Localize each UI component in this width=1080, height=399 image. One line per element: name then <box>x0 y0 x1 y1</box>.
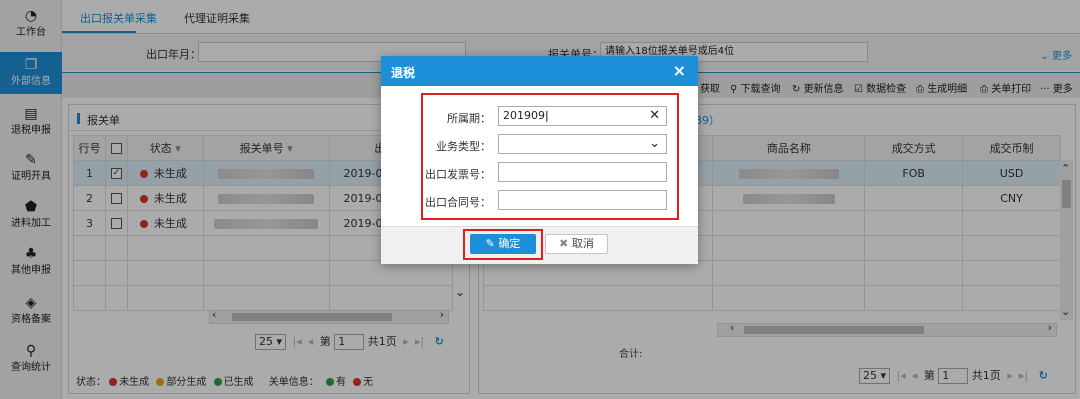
confirm-button[interactable]: ✎ 确定 <box>470 234 536 254</box>
dialog-title: 退税 <box>391 66 416 80</box>
contract-no-label: 出口合同号： <box>425 196 491 209</box>
contract-no-input[interactable] <box>498 190 667 210</box>
business-type-select[interactable]: ⌄ <box>498 134 667 154</box>
close-icon: ✖ <box>559 237 572 250</box>
invoice-no-input[interactable] <box>498 162 667 182</box>
edit-icon: ✎ <box>485 237 499 250</box>
confirm-label: 确定 <box>498 237 521 250</box>
period-input[interactable]: 201909| ✕ <box>498 106 667 126</box>
tax-refund-dialog: 退税 × 所属期： 201909| ✕ 业务类型： ⌄ 出口发票号： 出口合同号… <box>381 56 698 264</box>
business-type-label: 业务类型： <box>436 140 491 153</box>
invoice-no-label: 出口发票号： <box>425 168 491 181</box>
chevron-down-icon: ⌄ <box>649 136 660 151</box>
cancel-label: 取消 <box>571 237 594 250</box>
close-icon[interactable]: × <box>673 61 686 80</box>
dialog-header: 退税 × <box>381 56 698 86</box>
period-value: 201909 <box>503 109 545 122</box>
period-label: 所属期： <box>447 112 491 125</box>
clear-icon[interactable]: ✕ <box>649 107 660 125</box>
cancel-button[interactable]: ✖ 取消 <box>545 234 608 254</box>
